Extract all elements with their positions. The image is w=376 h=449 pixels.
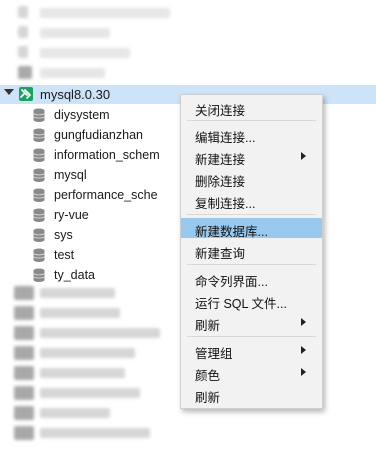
menu-item-label: 管理组 xyxy=(195,347,233,361)
menu-item-label: 新建连接 xyxy=(195,153,246,167)
obscured-item xyxy=(40,48,130,58)
database-label: test xyxy=(54,248,75,262)
obscured-item xyxy=(40,308,120,318)
connection-name: mysql8.0.30 xyxy=(40,87,111,102)
obscured-item xyxy=(18,66,32,79)
menu-separator xyxy=(187,336,316,337)
database-label: information_schem xyxy=(54,148,160,162)
menu-item-label: 复制连接... xyxy=(195,197,256,211)
obscured-item xyxy=(14,406,34,420)
menu-item-label: 刷新 xyxy=(195,319,221,333)
obscured-item xyxy=(40,408,110,418)
obscured-item xyxy=(14,386,34,400)
database-icon xyxy=(33,228,45,242)
database-label: performance_sche xyxy=(54,188,158,202)
submenu-arrow-icon xyxy=(301,318,306,326)
menu-item-delete-connection[interactable]: 删除连接 xyxy=(181,168,322,189)
obscured-item xyxy=(40,328,160,338)
menu-separator xyxy=(187,214,316,215)
obscured-item xyxy=(14,306,34,320)
menu-item-run-sql-file[interactable]: 运行 SQL 文件... xyxy=(181,290,322,311)
submenu-arrow-icon xyxy=(301,152,306,160)
obscured-item xyxy=(14,426,34,440)
database-label: sys xyxy=(54,228,73,242)
menu-separator xyxy=(187,264,316,265)
database-icon xyxy=(33,168,45,182)
menu-item-label: 颜色 xyxy=(195,369,221,383)
database-icon xyxy=(33,208,45,222)
obscured-item xyxy=(18,46,28,58)
menu-item-label: 新建数据库... xyxy=(195,225,268,239)
obscured-item xyxy=(40,388,140,398)
menu-item-new-query[interactable]: 新建查询 xyxy=(181,240,322,261)
menu-item-label: 刷新 xyxy=(195,391,221,405)
obscured-item xyxy=(18,26,28,38)
database-label: mysql xyxy=(54,168,87,182)
menu-item-manage-group[interactable]: 管理组 xyxy=(181,340,322,361)
menu-item-label: 删除连接 xyxy=(195,175,246,189)
obscured-item xyxy=(14,326,34,340)
menu-item-color[interactable]: 颜色 xyxy=(181,362,322,383)
database-icon xyxy=(33,268,45,282)
chevron-down-icon[interactable] xyxy=(4,89,14,95)
obscured-item xyxy=(40,348,135,358)
connection-plug-icon xyxy=(19,87,33,101)
obscured-item xyxy=(40,28,110,38)
context-menu: 关闭连接 编辑连接... 新建连接 删除连接 复制连接... 新建数据库... … xyxy=(180,94,323,409)
submenu-arrow-icon xyxy=(301,346,306,354)
menu-item-copy-connection[interactable]: 复制连接... xyxy=(181,190,322,211)
obscured-item xyxy=(18,6,28,18)
menu-item-command-line[interactable]: 命令列界面... xyxy=(181,268,322,289)
obscured-item xyxy=(40,288,115,298)
database-icon xyxy=(33,248,45,262)
database-icon xyxy=(33,188,45,202)
obscured-item xyxy=(40,8,170,18)
submenu-arrow-icon xyxy=(301,368,306,376)
menu-item-label: 关闭连接 xyxy=(195,104,246,118)
menu-item-close-connection[interactable]: 关闭连接 xyxy=(181,97,322,118)
menu-item-refresh-submenu[interactable]: 刷新 xyxy=(181,312,322,333)
menu-item-label: 编辑连接... xyxy=(195,131,256,145)
obscured-item xyxy=(40,428,150,438)
menu-item-label: 运行 SQL 文件... xyxy=(195,297,287,311)
menu-separator xyxy=(187,120,316,121)
menu-item-new-connection[interactable]: 新建连接 xyxy=(181,146,322,167)
database-label: ty_data xyxy=(54,268,96,282)
obscured-item xyxy=(40,68,105,78)
database-icon xyxy=(33,108,45,122)
database-label: gungfudianzhan xyxy=(54,128,143,142)
database-label: ry-vue xyxy=(54,208,89,222)
database-icon xyxy=(33,128,45,142)
menu-item-refresh[interactable]: 刷新 xyxy=(181,384,322,405)
obscured-item xyxy=(14,346,34,360)
menu-item-label: 命令列界面... xyxy=(195,275,268,289)
obscured-item xyxy=(40,368,125,378)
menu-item-label: 新建查询 xyxy=(195,247,246,261)
menu-item-new-database[interactable]: 新建数据库... xyxy=(181,218,322,239)
database-label: diysystem xyxy=(54,108,110,122)
obscured-item xyxy=(14,366,34,380)
menu-item-edit-connection[interactable]: 编辑连接... xyxy=(181,124,322,145)
obscured-item xyxy=(14,286,34,300)
database-icon xyxy=(33,148,45,162)
